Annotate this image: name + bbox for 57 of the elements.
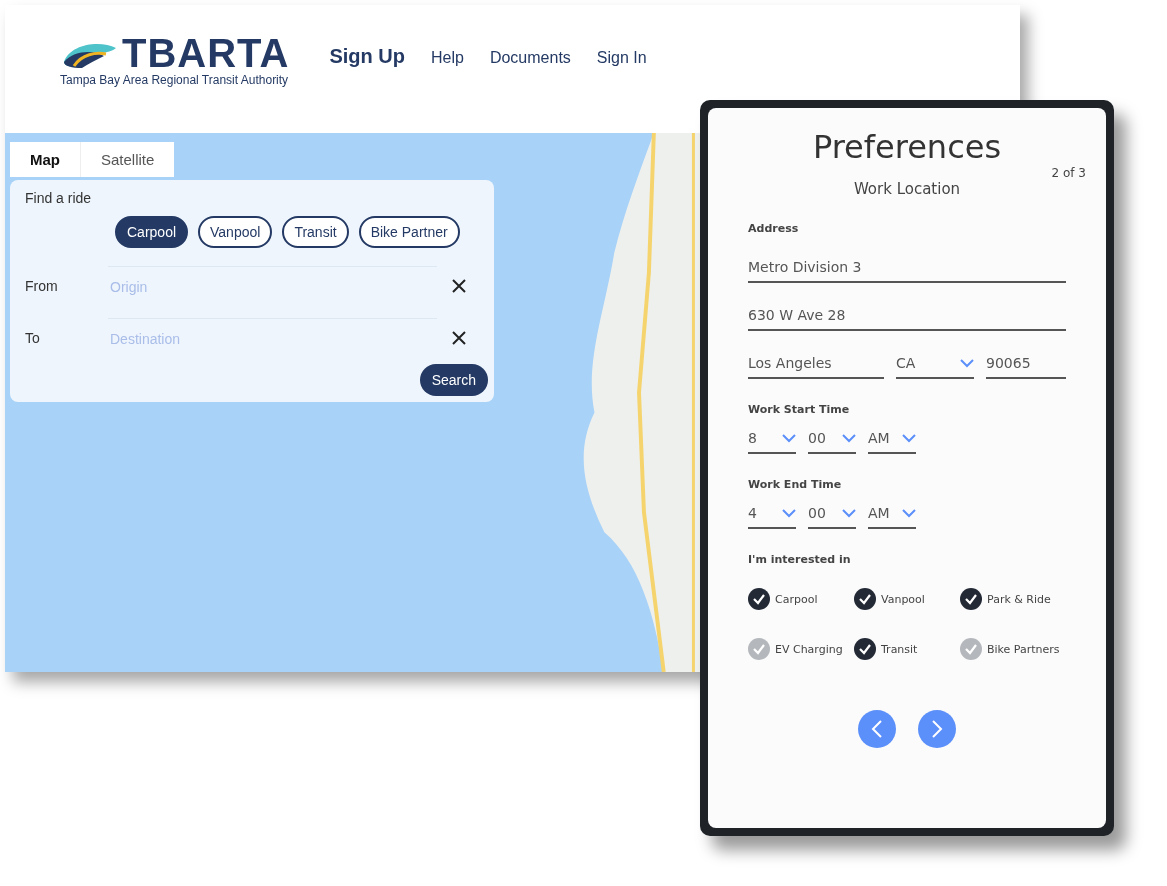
checkbox-check-icon[interactable]	[854, 638, 876, 660]
chevron-down-icon	[782, 508, 796, 518]
interest-label: Bike Partners	[987, 642, 1060, 656]
city-field[interactable]: Los Angeles	[748, 347, 884, 379]
next-button[interactable]	[918, 710, 956, 748]
chevron-down-icon	[902, 433, 916, 443]
mode-pill[interactable]: Vanpool	[198, 216, 273, 248]
checkbox-check-icon[interactable]	[748, 638, 770, 660]
mode-pill[interactable]: Transit	[282, 216, 349, 248]
find-ride-title: Find a ride	[25, 190, 93, 206]
mode-pill[interactable]: Bike Partner	[358, 216, 460, 248]
chevron-down-icon	[842, 508, 856, 518]
address-field[interactable]: Metro Division 3	[748, 251, 1066, 283]
mode-pill[interactable]: Carpool	[115, 216, 189, 248]
interest-label: Park & Ride	[987, 592, 1051, 606]
interests-label: I'm interested in	[748, 553, 851, 566]
nav-link[interactable]: Documents	[489, 49, 571, 67]
clear-icon[interactable]	[452, 331, 466, 345]
nav-link[interactable]: Sign Up	[329, 45, 405, 68]
time-label: Work End Time	[748, 478, 842, 491]
time-label: Work Start Time	[748, 403, 850, 416]
checkbox-check-icon[interactable]	[960, 588, 982, 610]
address-label: Address	[748, 222, 799, 235]
logo-wordmark: TBARTA	[122, 33, 290, 73]
chevron-down-icon	[902, 508, 916, 518]
preferences-title: Preferences	[812, 128, 1002, 166]
time-dropdown[interactable]: 00	[808, 422, 856, 454]
checkbox-check-icon[interactable]	[748, 588, 770, 610]
time-dropdown[interactable]: AM	[868, 422, 916, 454]
back-button[interactable]	[858, 710, 896, 748]
interest-label: Carpool	[775, 592, 818, 606]
checkbox-check-icon[interactable]	[960, 638, 982, 660]
state-dropdown[interactable]: CA	[896, 347, 974, 379]
section-title: Work Location	[853, 180, 961, 198]
interest-label: EV Charging	[775, 642, 843, 656]
chevron-left-icon	[871, 720, 883, 738]
interest-label: Vanpool	[881, 592, 925, 606]
chevron-down-icon	[842, 433, 856, 443]
address-field[interactable]: 630 W Ave 28	[748, 299, 1066, 331]
step-indicator: 2 of 3	[1051, 166, 1086, 180]
chevron-down-icon	[782, 433, 796, 443]
interest-label: Transit	[881, 642, 918, 656]
nav-link[interactable]: Help	[431, 49, 464, 67]
field-label: From	[25, 278, 59, 294]
search-button[interactable]: Search	[419, 364, 488, 396]
time-dropdown[interactable]: AM	[868, 497, 916, 529]
field-label: To	[25, 330, 41, 346]
chevron-right-icon	[931, 720, 943, 738]
zip-field[interactable]: 90065	[986, 347, 1066, 379]
time-dropdown[interactable]: 4	[748, 497, 796, 529]
nav-link[interactable]: Sign In	[596, 49, 647, 67]
time-dropdown[interactable]: 00	[808, 497, 856, 529]
clear-icon[interactable]	[452, 279, 466, 293]
time-dropdown[interactable]: 8	[748, 422, 796, 454]
checkbox-check-icon[interactable]	[854, 588, 876, 610]
logo-subtitle: Tampa Bay Area Regional Transit Authority	[60, 73, 290, 87]
chevron-down-icon	[960, 358, 974, 368]
